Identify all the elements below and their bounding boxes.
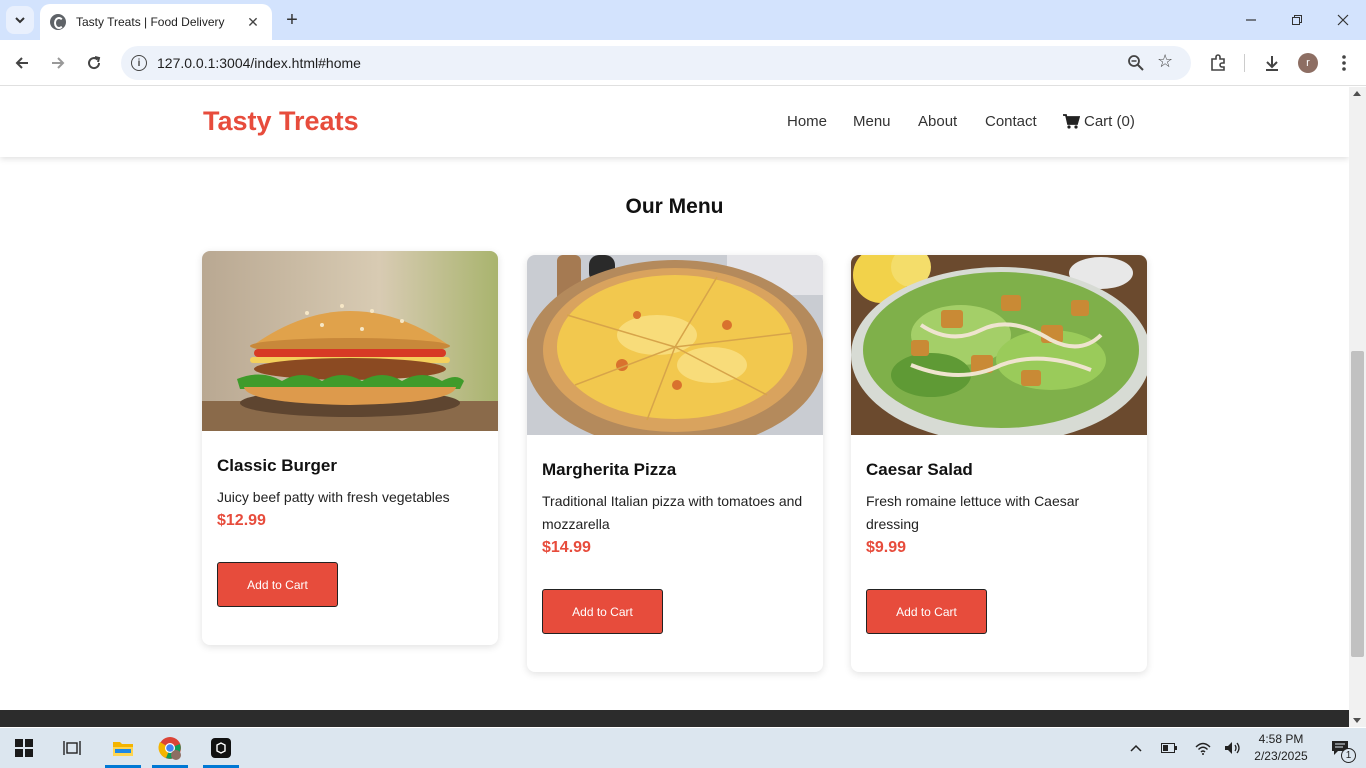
- item-name: Margherita Pizza: [542, 460, 677, 479]
- close-window-button[interactable]: [1320, 0, 1366, 40]
- toolbar-divider: [1244, 54, 1245, 72]
- show-hidden-icons[interactable]: [1126, 728, 1146, 768]
- forward-button[interactable]: [44, 49, 72, 77]
- task-view-icon: [63, 741, 81, 755]
- clock-time: 4:58 PM: [1258, 732, 1304, 746]
- clock-date: 2/23/2025: [1254, 749, 1308, 763]
- folder-icon: [113, 742, 133, 756]
- extensions-button[interactable]: [1205, 50, 1231, 76]
- task-view-button[interactable]: [52, 728, 92, 768]
- battery-indicator[interactable]: [1158, 728, 1180, 768]
- site-info-icon[interactable]: i: [131, 55, 147, 71]
- site-header: Tasty Treats Home Menu About Contact Car…: [0, 87, 1349, 157]
- scroll-up-icon[interactable]: [1353, 91, 1361, 96]
- nav-home[interactable]: Home: [787, 113, 827, 130]
- windows-logo-icon: [15, 739, 33, 757]
- item-description: Juicy beef patty with fresh vegetables: [217, 489, 450, 505]
- system-clock[interactable]: 4:58 PM 2/23/2025: [1246, 731, 1316, 765]
- windows-taskbar: 4:58 PM 2/23/2025 1: [0, 728, 1366, 768]
- item-name: Classic Burger: [217, 456, 337, 475]
- profile-avatar[interactable]: r: [1298, 53, 1318, 73]
- restore-button[interactable]: [1274, 0, 1320, 40]
- notification-count-badge: 1: [1341, 748, 1356, 763]
- menu-card-pizza: Margherita Pizza Traditional Italian piz…: [527, 255, 823, 672]
- scroll-down-icon[interactable]: [1353, 718, 1361, 723]
- burger-image: [202, 251, 498, 431]
- page-viewport: Tasty Treats Home Menu About Contact Car…: [0, 87, 1349, 727]
- pizza-image: [527, 255, 823, 435]
- browser-toolbar: i 127.0.0.1:3004/index.html#home ☆: [0, 40, 1366, 86]
- download-icon: [1266, 56, 1278, 71]
- url-text: 127.0.0.1:3004/index.html#home: [157, 55, 361, 71]
- scrollbar-thumb[interactable]: [1351, 351, 1364, 657]
- chrome-menu-button[interactable]: [1331, 50, 1357, 76]
- app-cube-icon: [211, 738, 231, 758]
- new-tab-button[interactable]: +: [280, 8, 304, 32]
- browser-tab[interactable]: Tasty Treats | Food Delivery ✕: [40, 4, 272, 40]
- file-explorer-app[interactable]: [103, 728, 143, 768]
- chevron-up-icon: [1130, 744, 1142, 752]
- item-price: $9.99: [866, 539, 907, 556]
- arrow-right-icon: [52, 57, 65, 69]
- item-description: Fresh romaine lettuce with Caesar dressi…: [866, 493, 1080, 532]
- chrome-app[interactable]: [150, 728, 190, 768]
- minimize-button[interactable]: [1228, 0, 1274, 40]
- nav-contact[interactable]: Contact: [985, 113, 1037, 130]
- site-footer: [0, 710, 1349, 727]
- menu-card-salad: Caesar Salad Fresh romaine lettuce with …: [851, 255, 1147, 672]
- site-logo[interactable]: Tasty Treats: [203, 106, 359, 137]
- shopping-cart-icon: [1063, 114, 1080, 129]
- more-vert-icon: [1342, 55, 1346, 71]
- item-description: Traditional Italian pizza with tomatoes …: [542, 493, 803, 532]
- terminal-app[interactable]: [201, 728, 241, 768]
- volume-indicator[interactable]: [1222, 728, 1244, 768]
- nav-about[interactable]: About: [918, 113, 957, 130]
- notification-center[interactable]: 1: [1320, 728, 1360, 768]
- arrow-left-icon: [15, 57, 28, 69]
- back-button[interactable]: [8, 49, 36, 77]
- puzzle-icon: [1211, 54, 1225, 71]
- item-price: $12.99: [217, 512, 266, 529]
- add-to-cart-button[interactable]: Add to Cart: [217, 562, 338, 607]
- salad-image: [851, 255, 1147, 435]
- restore-icon: [1292, 15, 1302, 25]
- downloads-button[interactable]: [1259, 50, 1285, 76]
- close-icon: [1337, 14, 1349, 26]
- add-to-cart-button[interactable]: Add to Cart: [542, 589, 663, 634]
- address-bar[interactable]: i 127.0.0.1:3004/index.html#home ☆: [121, 46, 1191, 80]
- item-name: Caesar Salad: [866, 460, 973, 479]
- nav-menu[interactable]: Menu: [853, 113, 891, 130]
- close-tab-icon[interactable]: ✕: [244, 13, 262, 31]
- tab-title: Tasty Treats | Food Delivery: [76, 15, 225, 29]
- chrome-icon: [158, 737, 181, 760]
- speaker-icon: [1225, 742, 1240, 754]
- minimize-icon: [1246, 19, 1256, 21]
- browser-tab-bar: Tasty Treats | Food Delivery ✕ +: [0, 0, 1366, 40]
- start-button[interactable]: [4, 728, 44, 768]
- chevron-down-icon: [15, 17, 25, 24]
- tab-search-button[interactable]: [6, 6, 34, 34]
- page-scrollbar[interactable]: [1349, 87, 1366, 727]
- battery-icon: [1161, 743, 1177, 753]
- reload-button[interactable]: [80, 49, 108, 77]
- wifi-icon: [1195, 742, 1211, 755]
- item-price: $14.99: [542, 539, 591, 556]
- zoom-icon[interactable]: [1127, 54, 1145, 72]
- network-indicator[interactable]: [1192, 728, 1214, 768]
- add-to-cart-button[interactable]: Add to Cart: [866, 589, 987, 634]
- menu-card-burger: Classic Burger Juicy beef patty with fre…: [202, 251, 498, 645]
- nav-cart[interactable]: Cart (0): [1063, 113, 1135, 130]
- menu-section-title: Our Menu: [625, 195, 724, 218]
- bookmark-star-icon[interactable]: ☆: [1157, 51, 1173, 72]
- cart-label: Cart (0): [1084, 113, 1135, 130]
- reload-icon: [88, 56, 101, 70]
- globe-icon: [50, 14, 66, 30]
